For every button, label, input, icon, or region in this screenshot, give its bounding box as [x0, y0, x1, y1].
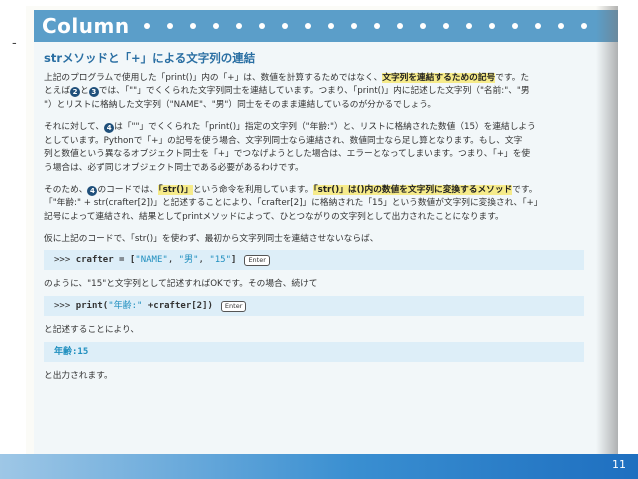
circled-number-3: 3	[88, 87, 99, 98]
paragraph-6: と記述することにより、	[44, 325, 140, 336]
paragraph-1: 上記のプログラムで使用した「print()」内の「+」は、数値を計算するためでは…	[44, 72, 608, 113]
text-line: 記号によって連結され、結果としてprintメソッドによって、ひとつながりの文字列…	[44, 212, 504, 223]
text: では、「""」でくくられた文字列同士を連結しています。つまり、「print()」…	[98, 86, 530, 97]
text: そのため、	[44, 184, 88, 195]
highlight-text: 文字列を連結するための記号	[382, 72, 496, 83]
circled-number-2: 2	[70, 87, 81, 98]
page-number: 11	[612, 458, 626, 471]
text: のコードでは、	[97, 184, 159, 195]
code-string: "NAME"	[135, 255, 168, 266]
text: です。	[512, 184, 538, 195]
output-text: 年齢:15	[54, 346, 89, 357]
code-prompt: >>>	[54, 255, 76, 266]
code-text: print(	[75, 301, 109, 312]
bottom-bar	[0, 454, 638, 479]
text: という命令を利用しています。	[192, 184, 314, 195]
column-body: strメソッドと「+」による文字列の連結 上記のプログラムで使用した「print…	[34, 42, 618, 454]
text-line: "）とリストに格納した文字列（"NAME"、"男"）同士をそのまま連結しているの…	[44, 100, 437, 111]
paragraph-2: それに対して、 4 は「""」でくくられた「print()」指定の文字列（"年齢:"…	[44, 121, 608, 176]
text-line: 列と数値という異なるオブジェクト同士を「+」でつなげようとした場合は、エラーとな…	[44, 149, 531, 160]
text-line: 「"年齢:" + str(crafter[2])」と記述することにより、「cra…	[44, 198, 543, 209]
text: 上記のプログラムで使用した「print()」内の「+」は、数値を計算するためでは…	[44, 72, 383, 83]
paragraph-5: のように、"15"と文字列として記述すればOKです。その場合、続けて	[44, 279, 318, 290]
column-header: Column	[34, 10, 618, 42]
code-text: crafter = [	[75, 255, 136, 266]
paragraph-4: 仮に上記のコードで、「str()」を使わず、最初から文字列同士を連結させないなら…	[44, 233, 379, 244]
column-title: Column	[42, 14, 130, 38]
code-string: "15"	[209, 255, 232, 266]
code-text: ]	[231, 255, 237, 266]
code-string: "年齢:"	[108, 301, 143, 312]
paragraph-3: そのため、 4 のコードでは、「str()」という命令を利用しています。「str()…	[44, 184, 608, 225]
enter-key-icon: Enter	[244, 255, 270, 267]
code-text: +crafter[2])	[142, 301, 213, 312]
code-string: "男"	[178, 255, 199, 266]
page-curl-shadow	[596, 6, 618, 454]
highlight-text: 「str()」	[158, 184, 193, 195]
text: と	[80, 86, 89, 97]
text: とえば	[44, 86, 71, 97]
highlight-text: 「str()」は()内の数値を文字列に変換するメソッド	[313, 184, 513, 195]
circled-number-4: 4	[104, 122, 115, 133]
code-block-1: >>> crafter = ["NAME", "男", "15"] Enter	[44, 250, 584, 271]
left-mark: -	[12, 36, 17, 51]
header-dots	[143, 23, 587, 29]
page-scan: Column strメソッドと「+」による文字列の連結 上記のプログラムで使用し…	[26, 6, 618, 454]
text-line: としています。Pythonで「+」の記号を使う場合、文字列同士なら連結され、数値…	[44, 135, 523, 146]
enter-key-icon: Enter	[220, 301, 247, 313]
paragraph-7: と出力されます。	[44, 370, 113, 381]
section-heading: strメソッドと「+」による文字列の連結	[44, 51, 256, 65]
text: それに対して、	[44, 121, 105, 132]
text-line: う場合は、必ず同じオブジェクト同士である必要があるわけです。	[44, 162, 304, 173]
code-block-2: >>> print("年齢:" +crafter[2]) Enter	[44, 296, 584, 317]
code-text: ,	[167, 255, 179, 266]
code-text: ,	[198, 255, 210, 266]
text: です。た	[495, 72, 530, 83]
text: は「""」でくくられた「print()」指定の文字列（"年齢:"）と、リストに格…	[114, 121, 536, 132]
output-block: 年齢:15	[44, 341, 584, 362]
code-prompt: >>>	[54, 301, 76, 312]
circled-number-4: 4	[87, 185, 98, 196]
